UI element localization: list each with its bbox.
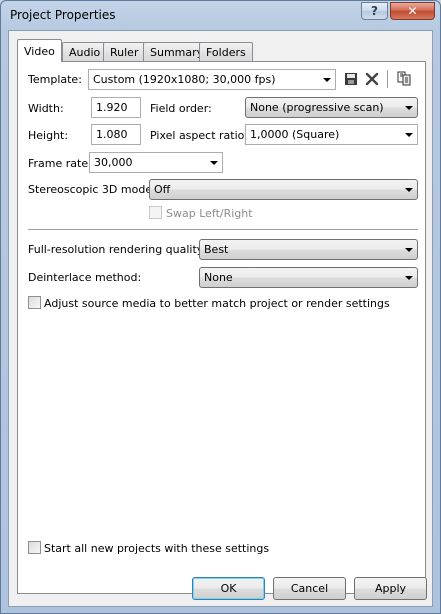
deinterlace-dropdown[interactable]: None — [199, 267, 418, 288]
swap-left-right-label: Swap Left/Right — [166, 207, 253, 220]
stereo-3d-label: Stereoscopic 3D mode: — [28, 183, 156, 196]
adjust-source-media-checkbox[interactable] — [28, 296, 41, 309]
chevron-down-icon — [319, 70, 335, 89]
template-dropdown[interactable]: Custom (1920x1080; 30,000 fps) — [88, 69, 336, 90]
delete-template-icon[interactable] — [363, 70, 381, 88]
tab-video[interactable]: Video — [17, 39, 62, 62]
chevron-down-icon — [206, 153, 222, 172]
apply-button[interactable]: Apply — [354, 577, 427, 600]
pixel-aspect-dropdown[interactable]: 1,0000 (Square) — [245, 124, 418, 145]
template-value: Custom (1920x1080; 30,000 fps) — [93, 73, 276, 86]
stereo-3d-value: Off — [154, 183, 171, 196]
window-title: Project Properties — [10, 8, 116, 22]
deinterlace-label: Deinterlace method: — [28, 271, 142, 284]
ok-button[interactable]: OK — [192, 577, 265, 600]
tab-ruler[interactable]: Ruler — [103, 42, 146, 61]
tab-folders[interactable]: Folders — [199, 42, 253, 61]
deinterlace-value: None — [204, 271, 233, 284]
chevron-down-icon — [401, 98, 417, 117]
save-template-icon[interactable] — [342, 70, 360, 88]
tab-audio[interactable]: Audio — [62, 42, 108, 61]
match-media-settings-icon[interactable] — [395, 69, 413, 87]
start-all-projects-label: Start all new projects with these settin… — [44, 542, 270, 555]
chevron-down-icon — [401, 125, 417, 144]
dialog-client-area: Video Audio Ruler Summary Folders Templa… — [8, 30, 433, 607]
rendering-quality-value: Best — [204, 243, 229, 256]
frame-rate-label: Frame rate: — [28, 157, 92, 170]
toolbar-separator — [387, 70, 388, 88]
frame-rate-value: 30,000 — [94, 156, 133, 169]
project-properties-window: Project Properties ? ✕ Video Audio Ruler… — [0, 0, 441, 614]
start-all-projects-checkbox[interactable] — [28, 541, 41, 554]
stereo-3d-dropdown[interactable]: Off — [149, 179, 418, 200]
width-input[interactable]: 1.920 — [91, 97, 141, 118]
adjust-source-media-label: Adjust source media to better match proj… — [44, 297, 390, 310]
height-input[interactable]: 1.080 — [91, 124, 141, 145]
height-label: Height: — [28, 129, 69, 142]
section-divider — [28, 229, 418, 231]
pixel-aspect-value: 1,0000 (Square) — [250, 128, 340, 141]
close-button[interactable]: ✕ — [390, 2, 435, 20]
chevron-down-icon — [401, 180, 417, 199]
rendering-quality-label: Full-resolution rendering quality: — [28, 243, 207, 256]
field-order-label: Field order: — [150, 102, 212, 115]
field-order-value: None (progressive scan) — [250, 101, 384, 114]
width-label: Width: — [28, 102, 64, 115]
cancel-button[interactable]: Cancel — [273, 577, 346, 600]
pixel-aspect-label: Pixel aspect ratio: — [150, 129, 249, 142]
chevron-down-icon — [401, 268, 417, 287]
template-label: Template: — [28, 73, 82, 86]
field-order-dropdown[interactable]: None (progressive scan) — [245, 97, 418, 118]
frame-rate-dropdown[interactable]: 30,000 — [89, 152, 223, 173]
chevron-down-icon — [401, 240, 417, 259]
title-bar[interactable]: Project Properties ? ✕ — [1, 1, 440, 30]
video-tab-panel: Template: Custom (1920x1080; 30,000 fps) — [17, 61, 426, 594]
rendering-quality-dropdown[interactable]: Best — [199, 239, 418, 260]
swap-left-right-checkbox[interactable] — [149, 206, 162, 219]
help-button[interactable]: ? — [361, 2, 388, 20]
